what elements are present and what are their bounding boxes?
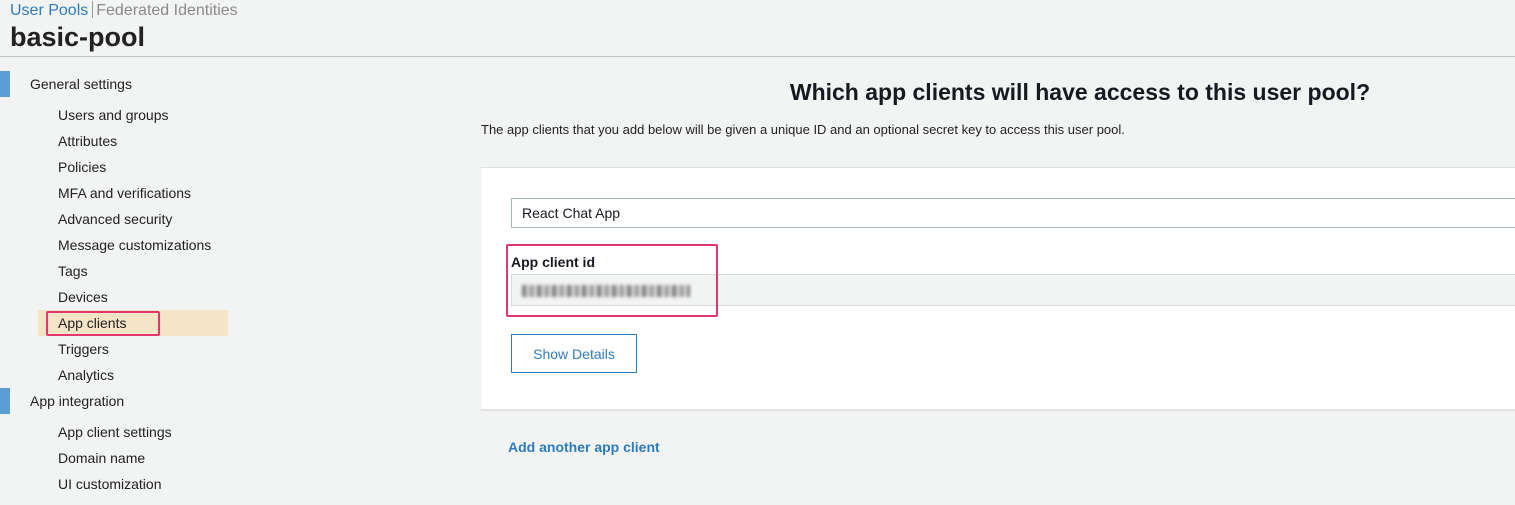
app-client-card: App client id Show Details [481, 167, 1515, 410]
sidebar-item-devices[interactable]: Devices [38, 284, 228, 310]
sidebar-item-label: App client settings [58, 424, 172, 440]
sidebar-item-label: Triggers [58, 341, 109, 357]
pool-title: basic-pool [10, 22, 146, 52]
page-heading: Which app clients will have access to th… [789, 79, 1371, 105]
section-marker [0, 388, 10, 414]
sidebar: General settings Users and groups Attrib… [0, 57, 240, 505]
sidebar-item-label: Message customizations [58, 237, 212, 253]
sidebar-item-label: App clients [58, 315, 127, 331]
sidebar-item-analytics[interactable]: Analytics [38, 362, 228, 388]
sidebar-section-label: General settings [30, 76, 132, 92]
page-header: User Pools Federated Identities basic-poo… [0, 0, 1515, 57]
page-description: The app clients that you add below will … [481, 122, 1125, 137]
sidebar-section-label: App integration [30, 393, 125, 409]
tab-divider [92, 1, 94, 18]
sidebar-item-users-and-groups[interactable]: Users and groups [38, 102, 228, 128]
sidebar-item-domain-name[interactable]: Domain name [38, 445, 228, 471]
sidebar-item-label: Analytics [58, 367, 115, 383]
app-client-id-highlight-box [506, 244, 718, 317]
tab-user-pools[interactable]: User Pools [10, 2, 88, 19]
sidebar-item-label: Users and groups [58, 107, 169, 123]
sidebar-item-label: MFA and verifications [58, 185, 192, 201]
sidebar-item-label: Policies [58, 159, 107, 175]
sidebar-item-triggers[interactable]: Triggers [38, 336, 228, 362]
show-details-button[interactable]: Show Details [511, 334, 637, 373]
sidebar-section-app-integration[interactable]: App integration [0, 388, 240, 414]
sidebar-item-policies[interactable]: Policies [38, 154, 228, 180]
sidebar-item-app-client-settings[interactable]: App client settings [38, 419, 228, 445]
sidebar-item-message-customizations[interactable]: Message customizations [38, 232, 228, 258]
add-another-app-client-link[interactable]: Add another app client [508, 439, 660, 455]
tab-federated-identities[interactable]: Federated Identities [96, 2, 237, 19]
sidebar-section-general-settings[interactable]: General settings [0, 71, 240, 97]
sidebar-item-label: Tags [58, 263, 88, 279]
sidebar-item-app-clients[interactable]: App clients [38, 310, 228, 336]
sidebar-item-advanced-security[interactable]: Advanced security [38, 206, 228, 232]
sidebar-item-label: Attributes [58, 133, 118, 149]
sidebar-item-tags[interactable]: Tags [38, 258, 228, 284]
sidebar-item-label: Advanced security [58, 211, 173, 227]
sidebar-item-label: Domain name [58, 450, 146, 466]
section-marker [0, 71, 10, 97]
app-client-name-input[interactable] [511, 198, 1515, 228]
sidebar-item-label: UI customization [58, 476, 162, 492]
sidebar-item-attributes[interactable]: Attributes [38, 128, 228, 154]
sidebar-item-ui-customization[interactable]: UI customization [38, 471, 228, 497]
sidebar-item-mfa-and-verifications[interactable]: MFA and verifications [38, 180, 228, 206]
sidebar-item-label: Devices [58, 289, 108, 305]
top-tabs: User Pools Federated Identities [10, 1, 238, 21]
